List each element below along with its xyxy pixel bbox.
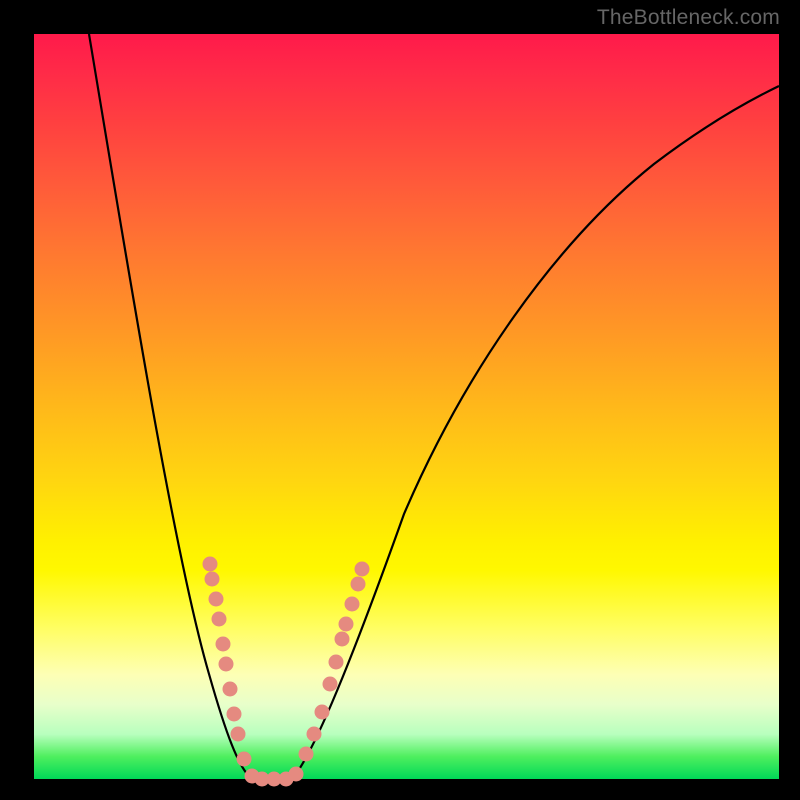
data-marker [355,562,370,577]
data-marker [299,747,314,762]
data-marker [212,612,227,627]
data-marker [231,727,246,742]
data-marker [289,767,304,782]
plot-area [34,34,779,779]
chart-svg [34,34,779,779]
data-marker [205,572,220,587]
data-marker [307,727,322,742]
data-marker [237,752,252,767]
data-marker [323,677,338,692]
data-marker [216,637,231,652]
data-marker [203,557,218,572]
data-marker [209,592,224,607]
data-marker [351,577,366,592]
data-marker [227,707,242,722]
curve-group [89,34,779,779]
watermark-text: TheBottleneck.com [597,6,780,30]
data-marker [219,657,234,672]
data-marker [339,617,354,632]
data-marker [315,705,330,720]
data-marker [345,597,360,612]
data-marker [335,632,350,647]
data-marker [223,682,238,697]
bottleneck-curve-right [292,86,779,779]
data-marker [329,655,344,670]
